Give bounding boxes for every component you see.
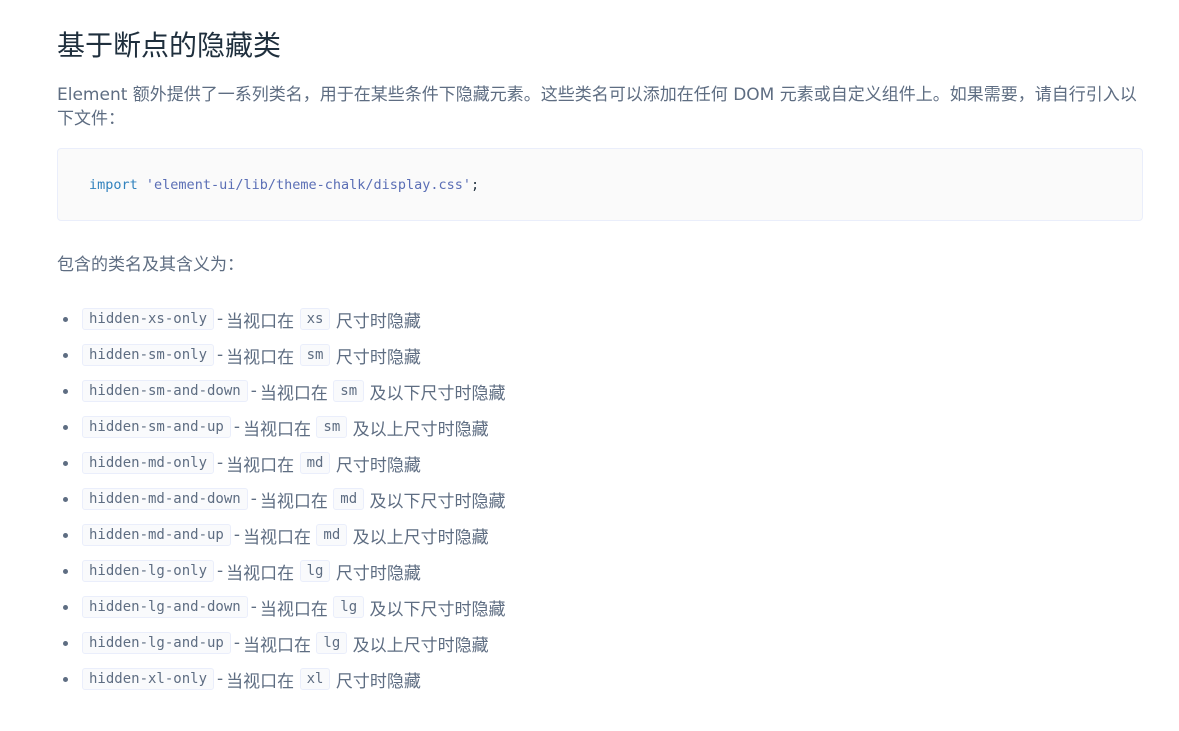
separator-dash: -	[233, 633, 240, 653]
section-title: 基于断点的隐藏类	[57, 29, 282, 62]
intro-paragraph: Element 额外提供了一系列类名，用于在某些条件下隐藏元素。这些类名可以添加…	[57, 85, 1137, 129]
class-name-code: hidden-lg-and-up	[82, 632, 231, 654]
class-list: hidden-xs-only - 当视口在 xs 尺寸时隐藏 hidden-sm-on…	[57, 301, 1145, 697]
description-prefix: 当视口在	[259, 491, 328, 512]
size-code: sm	[316, 416, 348, 438]
size-code: lg	[299, 560, 331, 582]
list-item: hidden-md-and-down - 当视口在 md 及以下尺寸时隐藏	[57, 481, 1145, 517]
class-name-code: hidden-sm-and-up	[82, 416, 231, 438]
class-name-code: hidden-md-only	[82, 452, 215, 474]
class-name-code: hidden-xl-only	[82, 668, 215, 690]
description-suffix: 尺寸时隐藏	[335, 311, 421, 332]
separator-dash: -	[217, 669, 224, 689]
list-heading: 包含的类名及其含义为：	[57, 255, 244, 275]
class-name-code: hidden-sm-and-down	[82, 380, 248, 402]
description-suffix: 及以上尺寸时隐藏	[352, 419, 489, 440]
separator-dash: -	[217, 309, 224, 329]
bullet-icon	[63, 533, 68, 538]
bullet-icon	[63, 677, 68, 682]
description-suffix: 及以下尺寸时隐藏	[369, 599, 506, 620]
description-suffix: 尺寸时隐藏	[335, 455, 421, 476]
list-item: hidden-md-and-up - 当视口在 md 及以上尺寸时隐藏	[57, 517, 1145, 553]
separator-dash: -	[233, 525, 240, 545]
description-prefix: 当视口在	[259, 599, 328, 620]
description-suffix: 尺寸时隐藏	[335, 671, 421, 692]
bullet-icon	[63, 389, 68, 394]
description-prefix: 当视口在	[226, 563, 295, 584]
description-prefix: 当视口在	[226, 311, 295, 332]
code-block: import 'element-ui/lib/theme-chalk/displ…	[57, 148, 1143, 221]
description-suffix: 及以下尺寸时隐藏	[369, 383, 506, 404]
list-item: hidden-lg-only - 当视口在 lg 尺寸时隐藏	[57, 553, 1145, 589]
bullet-icon	[63, 605, 68, 610]
bullet-icon	[63, 569, 68, 574]
list-item: hidden-sm-and-down - 当视口在 sm 及以下尺寸时隐藏	[57, 373, 1145, 409]
list-item: hidden-lg-and-up - 当视口在 lg 及以上尺寸时隐藏	[57, 625, 1145, 661]
list-item: hidden-md-only - 当视口在 md 尺寸时隐藏	[57, 445, 1145, 481]
separator-dash: -	[217, 453, 224, 473]
description-prefix: 当视口在	[226, 347, 295, 368]
list-item: hidden-xl-only - 当视口在 xl 尺寸时隐藏	[57, 661, 1145, 697]
class-name-code: hidden-sm-only	[82, 344, 215, 366]
description-suffix: 及以下尺寸时隐藏	[369, 491, 506, 512]
description-prefix: 当视口在	[226, 671, 295, 692]
separator-dash: -	[217, 345, 224, 365]
separator-dash: -	[250, 381, 257, 401]
size-code: lg	[316, 632, 348, 654]
size-code: md	[333, 488, 365, 510]
description-suffix: 尺寸时隐藏	[335, 347, 421, 368]
code-keyword: import	[89, 176, 138, 193]
bullet-icon	[63, 461, 68, 466]
description-prefix: 当视口在	[243, 527, 311, 548]
description-prefix: 当视口在	[243, 419, 311, 440]
list-item: hidden-sm-and-up - 当视口在 sm 及以上尺寸时隐藏	[57, 409, 1145, 445]
bullet-icon	[63, 353, 68, 358]
bullet-icon	[63, 425, 68, 430]
code-string: 'element-ui/lib/theme-chalk/display.css'	[145, 176, 472, 193]
separator-dash: -	[250, 489, 257, 509]
description-suffix: 尺寸时隐藏	[335, 563, 421, 584]
bullet-icon	[63, 641, 68, 646]
description-suffix: 及以上尺寸时隐藏	[352, 527, 489, 548]
class-name-code: hidden-xs-only	[82, 308, 215, 330]
size-code: sm	[333, 380, 365, 402]
description-prefix: 当视口在	[226, 455, 295, 476]
bullet-icon	[63, 317, 68, 322]
class-name-code: hidden-lg-and-down	[82, 596, 248, 618]
bullet-icon	[63, 497, 68, 502]
size-code: xs	[299, 308, 331, 330]
description-prefix: 当视口在	[259, 383, 328, 404]
size-code: lg	[333, 596, 365, 618]
list-item: hidden-sm-only - 当视口在 sm 尺寸时隐藏	[57, 337, 1145, 373]
list-item: hidden-lg-and-down - 当视口在 lg 及以下尺寸时隐藏	[57, 589, 1145, 625]
separator-dash: -	[217, 561, 224, 581]
size-code: sm	[299, 344, 331, 366]
class-name-code: hidden-md-and-down	[82, 488, 248, 510]
doc-section: 基于断点的隐藏类 Element 额外提供了一系列类名，用于在某些条件下隐藏元素…	[0, 0, 1179, 697]
size-code: md	[299, 452, 331, 474]
separator-dash: -	[233, 417, 240, 437]
description-prefix: 当视口在	[243, 635, 311, 656]
class-name-code: hidden-lg-only	[82, 560, 215, 582]
size-code: md	[316, 524, 348, 546]
list-item: hidden-xs-only - 当视口在 xs 尺寸时隐藏	[57, 301, 1145, 337]
separator-dash: -	[250, 597, 257, 617]
size-code: xl	[299, 668, 331, 690]
description-suffix: 及以上尺寸时隐藏	[352, 635, 489, 656]
code-terminator: ;	[471, 176, 480, 193]
class-name-code: hidden-md-and-up	[82, 524, 231, 546]
